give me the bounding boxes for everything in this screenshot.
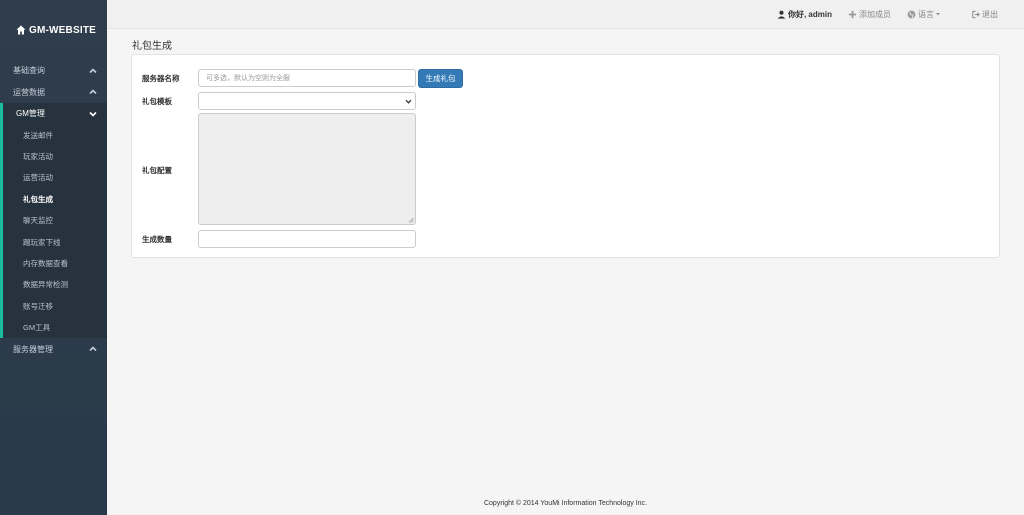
gift-form-panel: 服务器名称 可多选，默认为空则为全服 生成礼包 礼包模板 礼包配置 生成数量 xyxy=(131,54,1000,258)
language-label: 语言 xyxy=(918,9,934,19)
sidebar-item-label: 服务器管理 xyxy=(13,344,53,354)
chevron-down-icon xyxy=(89,111,97,117)
gift-config-textarea[interactable] xyxy=(198,113,416,225)
sub-item-account-migrate[interactable]: 账号迁移 xyxy=(3,296,107,317)
sidebar-item-gm-management[interactable]: GM管理 xyxy=(0,103,107,125)
plus-icon xyxy=(848,10,857,18)
sidebar-menu: 基础查询 运营数据 GM管理 xyxy=(0,60,107,125)
language-dropdown[interactable]: 语言 xyxy=(907,9,941,20)
chevron-down-icon xyxy=(405,99,412,104)
sub-item-data-anomaly[interactable]: 数据异常检测 xyxy=(3,274,107,295)
user-greeting-label: 你好, admin xyxy=(787,9,832,19)
logout-icon xyxy=(972,10,980,18)
server-name-label: 服务器名称 xyxy=(142,74,180,83)
server-name-input[interactable]: 可多选，默认为空则为全服 xyxy=(198,69,416,87)
logout-link[interactable]: 退出 xyxy=(971,9,998,20)
sub-item-player-activity[interactable]: 玩家活动 xyxy=(3,146,107,167)
sidebar-item-label: GM管理 xyxy=(16,109,45,119)
sub-item-kick-player[interactable]: 踢玩家下线 xyxy=(3,231,107,252)
gift-template-select[interactable] xyxy=(198,92,416,110)
sub-item-ops-activity[interactable]: 运营活动 xyxy=(3,167,107,188)
sub-item-gm-tools[interactable]: GM工具 xyxy=(3,317,107,338)
sidebar-item-server-management[interactable]: 服务器管理 xyxy=(0,338,107,360)
sub-item-memory-view[interactable]: 内存数据查看 xyxy=(3,253,107,274)
chevron-up-icon xyxy=(89,89,97,95)
sidebar-item-basic-query[interactable]: 基础查询 xyxy=(0,60,107,82)
chevron-up-icon xyxy=(89,68,97,73)
gift-config-label: 礼包配置 xyxy=(142,166,172,175)
brand[interactable]: GM-WEBSITE xyxy=(0,0,107,60)
brand-title: GM-WEBSITE xyxy=(29,24,96,36)
resize-handle-icon[interactable] xyxy=(408,217,414,223)
home-icon xyxy=(16,25,26,35)
generate-gift-button[interactable]: 生成礼包 xyxy=(418,69,463,88)
sidebar-item-label: 运营数据 xyxy=(13,87,45,97)
sidebar: GM-WEBSITE 基础查询 运营数据 GM管理 发送邮件 玩家活动 运营活动… xyxy=(0,0,107,515)
add-member-label: 添加成员 xyxy=(859,9,891,19)
generate-count-label: 生成数量 xyxy=(142,235,172,244)
page-title: 礼包生成 xyxy=(132,41,172,52)
generate-count-input[interactable] xyxy=(198,230,416,248)
top-navbar: 你好, admin 添加成员 语言 退出 xyxy=(107,0,1024,29)
caret-down-icon xyxy=(936,13,940,16)
globe-icon xyxy=(907,10,916,18)
add-member-link[interactable]: 添加成员 xyxy=(848,9,891,20)
sidebar-menu-bottom: 服务器管理 xyxy=(0,338,107,360)
sub-item-chat-monitor[interactable]: 聊天监控 xyxy=(3,210,107,231)
sub-item-gift-generate[interactable]: 礼包生成 xyxy=(3,189,107,210)
user-greeting[interactable]: 你好, admin xyxy=(777,9,832,20)
footer-copyright: Copyright © 2014 YouMi Information Techn… xyxy=(483,500,648,507)
sidebar-item-label: 基础查询 xyxy=(13,66,45,76)
chevron-up-icon xyxy=(89,346,97,352)
user-icon xyxy=(777,10,786,19)
logout-label: 退出 xyxy=(982,9,998,19)
sidebar-item-operation-data[interactable]: 运营数据 xyxy=(0,82,107,104)
sub-item-send-mail[interactable]: 发送邮件 xyxy=(3,125,107,146)
gm-submenu: 发送邮件 玩家活动 运营活动 礼包生成 聊天监控 踢玩家下线 内存数据查看 数据… xyxy=(0,124,107,339)
gift-template-label: 礼包模板 xyxy=(142,97,172,106)
